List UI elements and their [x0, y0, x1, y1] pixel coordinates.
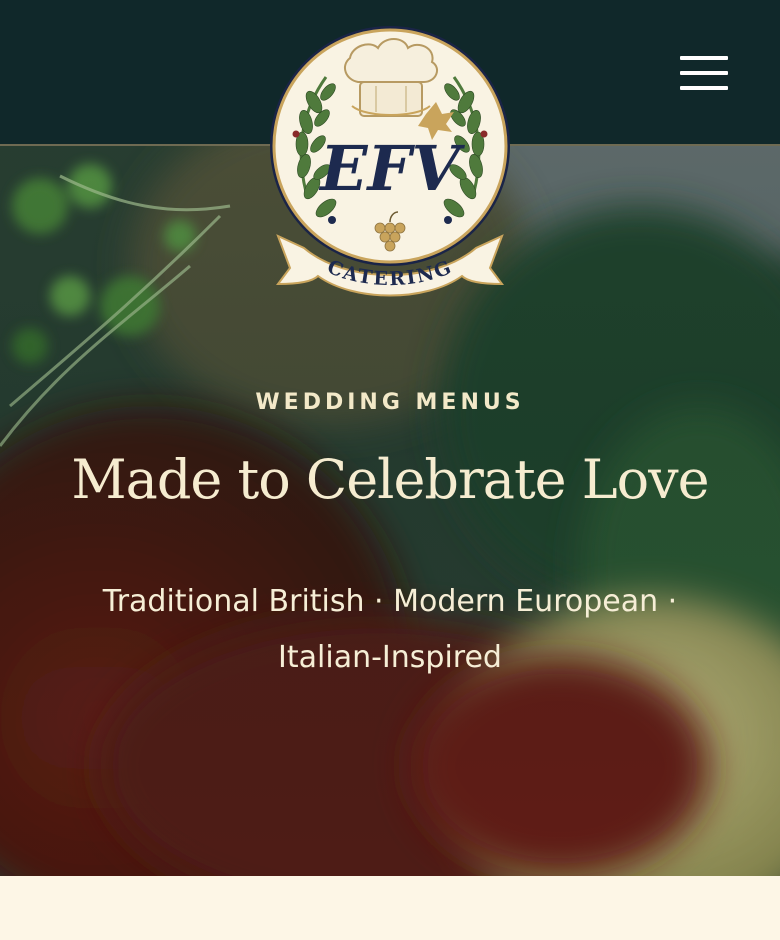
content-section-start: [0, 876, 780, 940]
efv-catering-logo[interactable]: EFV CATERING: [266, 22, 514, 300]
hero-subline: Traditional British · Modern European · …: [102, 584, 678, 675]
hero-headline: Made to Celebrate Love: [71, 448, 709, 511]
logo-monogram: EFV: [318, 132, 465, 205]
hamburger-menu-button[interactable]: [680, 56, 730, 90]
menu-bar: [680, 56, 728, 60]
hero-eyebrow: WEDDING MENUS: [255, 390, 525, 415]
menu-bar: [680, 86, 728, 90]
menu-bar: [680, 71, 728, 75]
